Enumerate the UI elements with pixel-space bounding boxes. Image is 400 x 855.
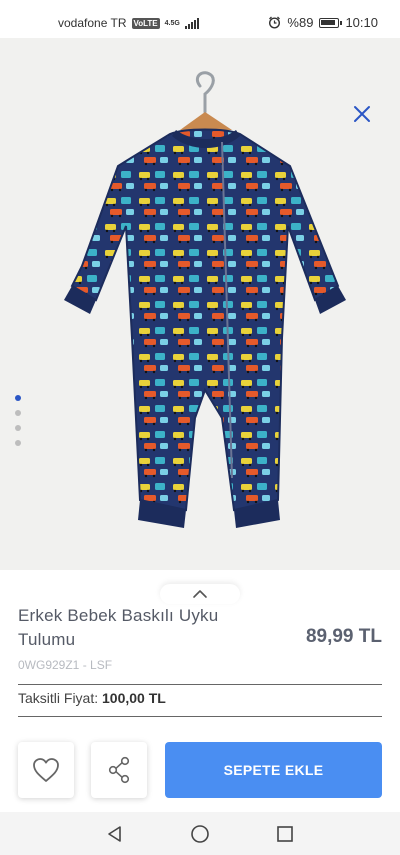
circle-home-icon [191, 825, 209, 843]
carrier-name: vodafone TR [58, 16, 127, 30]
pagination-dot[interactable] [15, 410, 21, 416]
divider [18, 684, 382, 685]
close-button[interactable] [350, 102, 374, 126]
close-icon [354, 106, 370, 122]
battery-icon [319, 17, 343, 28]
product-detail-screen: vodafone TR VoLTE 4.5G %89 10:10 Erkek B… [0, 0, 400, 855]
image-pagination [15, 395, 21, 446]
product-title: Erkek Bebek Baskılı Uyku Tulumu [18, 606, 219, 649]
favorite-button[interactable] [18, 742, 74, 798]
pagination-dot[interactable] [15, 440, 21, 446]
heart-icon [33, 758, 59, 782]
chevron-up-icon [193, 590, 207, 598]
pagination-dot[interactable] [15, 425, 21, 431]
product-image[interactable] [0, 38, 400, 570]
add-to-cart-button[interactable]: SEPETE EKLE [165, 742, 382, 798]
signal-icon [184, 17, 199, 29]
nav-back-button[interactable] [103, 822, 127, 846]
alarm-icon [269, 16, 281, 29]
status-left: vodafone TR VoLTE 4.5G [58, 16, 199, 30]
battery-percent: %89 [287, 15, 314, 30]
installment-price: 100,00 TL [102, 690, 166, 706]
product-code: 0WG929Z1 - LSF [18, 658, 113, 672]
share-button[interactable] [91, 742, 147, 798]
expand-handle[interactable] [160, 584, 240, 604]
nav-home-button[interactable] [188, 822, 212, 846]
share-icon [108, 756, 130, 784]
nav-recent-button[interactable] [273, 822, 297, 846]
product-photo [64, 71, 346, 528]
clock: 10:10 [345, 15, 378, 30]
network-type: 4.5G [164, 19, 180, 27]
system-nav-bar [0, 812, 400, 855]
product-price: 89,99 TL [305, 626, 382, 647]
divider [18, 716, 382, 717]
installment-label: Taksitli Fiyat: [18, 690, 99, 706]
status-right: %89 10:10 [268, 15, 378, 30]
installment-row: Taksitli Fiyat: 100,00 TL [18, 690, 166, 706]
square-recent-icon [277, 826, 293, 842]
pagination-dot-active[interactable] [15, 395, 21, 401]
triangle-back-icon [108, 826, 121, 842]
volte-badge: VoLTE [131, 17, 160, 29]
